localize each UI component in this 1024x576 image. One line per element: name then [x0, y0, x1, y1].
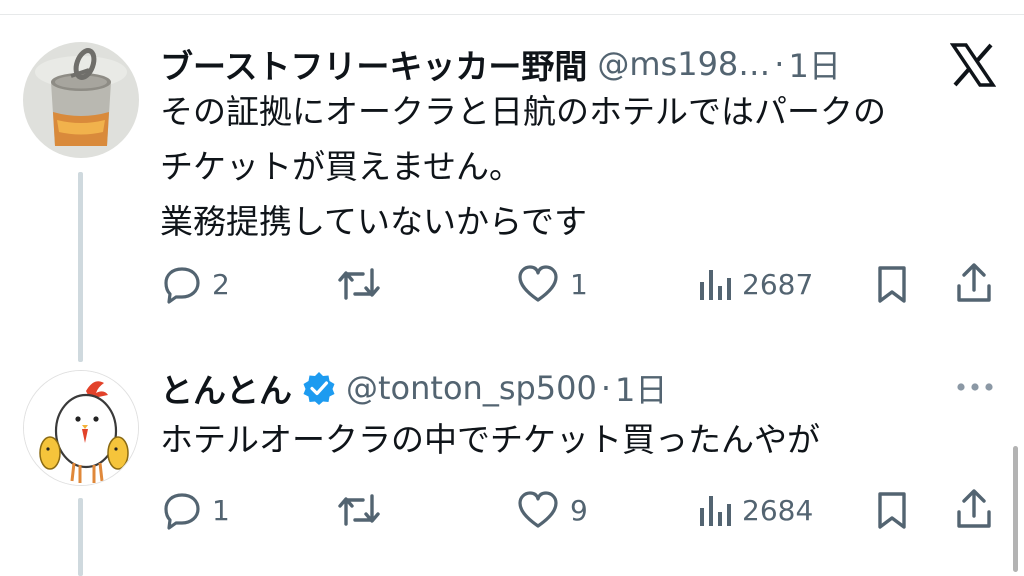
- analytics-icon: [698, 490, 732, 530]
- avatar[interactable]: [23, 42, 139, 158]
- scrollbar[interactable]: [1013, 446, 1018, 572]
- like-button[interactable]: 1: [516, 264, 588, 304]
- tweet-header: とんとん @tonton_sp500 · 1日: [160, 362, 667, 414]
- bookmark-icon: [874, 490, 910, 530]
- tweet-header: ブーストフリーキッカー野間 @ms198… · 1日: [160, 38, 841, 90]
- share-icon: [954, 488, 994, 530]
- x-logo-icon: [949, 42, 997, 88]
- view-count: 2687: [742, 267, 814, 301]
- thread-line: [78, 498, 83, 576]
- share-button[interactable]: [954, 488, 994, 530]
- reply-icon: [162, 490, 202, 530]
- retweet-button[interactable]: [336, 490, 392, 530]
- like-count: 1: [570, 267, 588, 301]
- reply-icon: [162, 264, 202, 304]
- tweet-text-line: チケットが買えません。: [160, 147, 523, 186]
- views-button[interactable]: 2687: [698, 264, 813, 304]
- top-divider: [0, 14, 1024, 15]
- avatar[interactable]: [23, 370, 139, 486]
- retweet-button[interactable]: [336, 264, 392, 304]
- separator-dot: ·: [600, 369, 612, 407]
- user-handle[interactable]: @tonton_sp500: [346, 369, 597, 407]
- views-button[interactable]: 2684: [698, 490, 813, 530]
- bookmark-button[interactable]: [874, 490, 910, 530]
- verified-badge-icon: [302, 371, 336, 405]
- bookmark-button[interactable]: [874, 264, 910, 304]
- like-count: 9: [570, 493, 588, 527]
- timestamp[interactable]: 1日: [788, 41, 840, 87]
- timestamp[interactable]: 1日: [615, 365, 667, 411]
- analytics-icon: [698, 264, 732, 304]
- like-button[interactable]: 9: [516, 490, 588, 530]
- bookmark-icon: [874, 264, 910, 304]
- tweet-text-line: 業務提携していないからです: [160, 202, 588, 241]
- display-name[interactable]: ブーストフリーキッカー野間: [160, 40, 587, 88]
- heart-icon: [516, 264, 560, 304]
- more-options-icon[interactable]: [954, 370, 996, 400]
- thread-line: [78, 172, 83, 362]
- user-handle[interactable]: @ms198…: [597, 45, 770, 83]
- heart-icon: [516, 490, 560, 530]
- reply-button[interactable]: 1: [162, 490, 230, 530]
- retweet-icon: [336, 490, 382, 530]
- retweet-icon: [336, 264, 382, 304]
- share-icon: [954, 262, 994, 304]
- reply-count: 2: [212, 267, 230, 301]
- tweet-text: その証拠にオークラと日航のホテルではパークの チケットが買えません。 業務提携し…: [160, 84, 886, 249]
- reply-count: 1: [212, 493, 230, 527]
- view-count: 2684: [742, 493, 814, 527]
- share-button[interactable]: [954, 262, 994, 304]
- tweet-text-line: ホテルオークラの中でチケット買ったんやが: [160, 420, 820, 459]
- display-name[interactable]: とんとん: [160, 364, 292, 412]
- tweet-text-line: その証拠にオークラと日航のホテルではパークの: [160, 92, 886, 131]
- tweet-text: ホテルオークラの中でチケット買ったんやが: [160, 412, 820, 467]
- separator-dot: ·: [774, 45, 785, 83]
- reply-button[interactable]: 2: [162, 264, 230, 304]
